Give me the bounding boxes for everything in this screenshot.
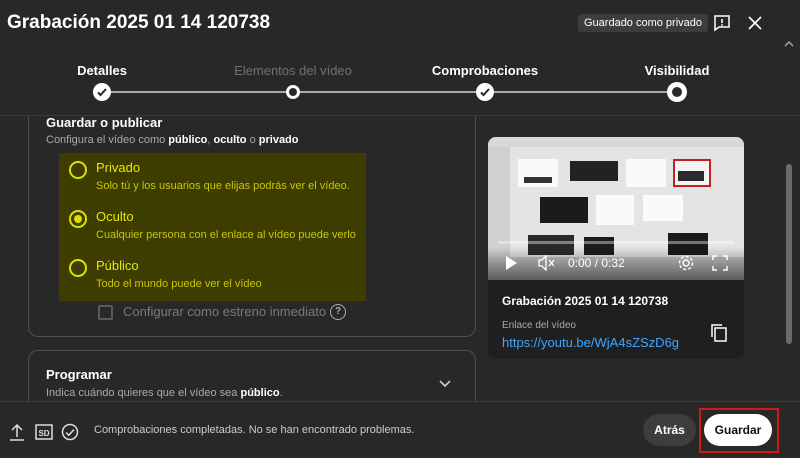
- feedback-icon[interactable]: [711, 12, 733, 34]
- option-public-desc: Todo el mundo puede ver el vídeo: [96, 278, 262, 290]
- step-label-details[interactable]: Detalles: [77, 63, 127, 78]
- option-public-label[interactable]: Público: [96, 258, 139, 273]
- premiere-checkbox[interactable]: [98, 305, 113, 320]
- copy-icon[interactable]: [710, 323, 728, 343]
- stepper-track: [102, 91, 677, 93]
- video-preview-panel: 0:00 / 0:32 Grabación 2025 01 14 120738 …: [488, 137, 744, 359]
- radio-public[interactable]: [69, 259, 87, 277]
- help-icon[interactable]: ?: [330, 304, 346, 320]
- play-icon[interactable]: [504, 254, 518, 272]
- preview-video-title: Grabación 2025 01 14 120738: [502, 294, 669, 308]
- option-unlisted-desc: Cualquier persona con el enlace al vídeo…: [96, 229, 356, 241]
- back-button[interactable]: Atrás: [643, 414, 696, 446]
- sd-quality-icon[interactable]: SD: [35, 423, 53, 441]
- step-current-dot[interactable]: [667, 82, 687, 102]
- save-button[interactable]: Guardar: [704, 414, 772, 446]
- save-or-publish-subtitle: Configura el vídeo como público, oculto …: [46, 134, 299, 146]
- checks-status-text: Comprobaciones completadas. No se han en…: [94, 424, 415, 436]
- svg-text:SD: SD: [38, 429, 49, 438]
- scroll-up-arrow-icon[interactable]: [784, 36, 794, 47]
- fullscreen-icon[interactable]: [712, 254, 728, 272]
- schedule-title: Programar: [46, 367, 112, 382]
- step-pending-dot[interactable]: [286, 85, 300, 99]
- step-label-visibility[interactable]: Visibilidad: [645, 63, 710, 78]
- step-done-check-icon[interactable]: [93, 83, 111, 101]
- video-link-label: Enlace del vídeo: [502, 320, 576, 331]
- saved-status-badge: Guardado como privado: [578, 14, 709, 32]
- save-or-publish-title: Guardar o publicar: [46, 115, 163, 130]
- step-label-video-elements[interactable]: Elementos del vídeo: [234, 63, 352, 78]
- option-private-label[interactable]: Privado: [96, 160, 140, 175]
- option-private-desc: Solo tú y los usuarios que elijas podrás…: [96, 180, 350, 192]
- close-icon[interactable]: [744, 12, 766, 34]
- checks-complete-icon[interactable]: [61, 423, 79, 441]
- visibility-options-highlight: Privado Solo tú y los usuarios que elija…: [59, 153, 366, 301]
- video-link[interactable]: https://youtu.be/WjA4sZSzD6g: [502, 335, 679, 350]
- timecode: 0:00 / 0:32: [568, 256, 625, 270]
- premiere-label[interactable]: Configurar como estreno inmediato: [123, 304, 326, 319]
- step-done-check-icon[interactable]: [476, 83, 494, 101]
- radio-unlisted[interactable]: [69, 210, 87, 228]
- video-progress-bar[interactable]: [498, 241, 734, 244]
- schedule-subtitle: Indica cuándo quieres que el vídeo sea p…: [46, 387, 283, 399]
- volume-muted-icon[interactable]: [538, 254, 556, 272]
- dialog-header: Grabación 2025 01 14 120738 Guardado com…: [0, 0, 800, 48]
- chevron-down-icon[interactable]: [437, 375, 453, 391]
- upload-icon[interactable]: [9, 423, 27, 441]
- radio-private[interactable]: [69, 161, 87, 179]
- settings-gear-icon[interactable]: [677, 254, 695, 272]
- scrollbar-thumb[interactable]: [786, 164, 792, 344]
- upload-stepper: Detalles Elementos del vídeo Comprobacio…: [0, 56, 800, 104]
- video-title-heading: Grabación 2025 01 14 120738: [7, 12, 271, 33]
- save-or-publish-card: Guardar o publicar Configura el vídeo co…: [28, 115, 476, 337]
- step-label-checks[interactable]: Comprobaciones: [432, 63, 538, 78]
- option-unlisted-label[interactable]: Oculto: [96, 209, 134, 224]
- dialog-footer: SD Comprobaciones completadas. No se han…: [0, 402, 800, 458]
